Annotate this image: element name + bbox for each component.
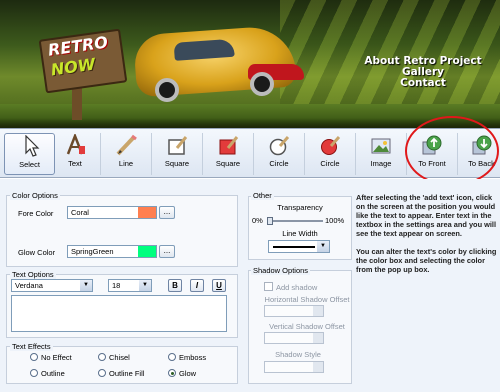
vertical-offset-spinner[interactable] [264, 332, 324, 344]
tool-label: Square [164, 159, 190, 168]
radio-label: Outline [41, 369, 65, 378]
tool-square-outline[interactable]: Square [152, 133, 203, 175]
line-width-preview [273, 246, 315, 248]
effect-radio-outline-fill[interactable]: Outline Fill [98, 369, 144, 378]
chevron-down-icon: ▼ [139, 280, 151, 291]
radio-dot[interactable] [168, 369, 176, 377]
image-icon [369, 134, 393, 156]
radio-dot[interactable] [98, 353, 106, 361]
radio-label: Outline Fill [109, 369, 145, 378]
radio-label: No Effect [41, 353, 72, 362]
tool-line[interactable]: Line [101, 133, 152, 175]
text-effects-panel [6, 346, 238, 384]
tool-square-filled[interactable]: Square [203, 133, 254, 175]
font-size-select[interactable]: 18 ▼ [108, 279, 152, 292]
radio-dot[interactable] [98, 369, 106, 377]
glow-color-value: SpringGreen [71, 247, 114, 256]
tool-label: Text [68, 159, 82, 168]
site-banner: RETRO NOW About Retro Project Gallery Co… [0, 0, 500, 128]
car-wheel [250, 72, 274, 96]
circle-filled-icon [318, 134, 342, 156]
color-options-title: Color Options [10, 191, 60, 200]
glow-color-label: Glow Color [18, 248, 56, 257]
help-paragraph-1: After selecting the 'add text' icon, cli… [356, 193, 497, 238]
radio-dot[interactable] [168, 353, 176, 361]
spinner-buttons[interactable] [313, 333, 323, 343]
chevron-down-icon: ▼ [317, 241, 329, 252]
horizontal-offset-label: Horizontal Shadow Offset [264, 295, 350, 304]
spinner-buttons[interactable] [313, 306, 323, 316]
tool-label: Line [118, 159, 134, 168]
shadow-options-title: Shadow Options [251, 266, 311, 275]
tool-label: Circle [269, 159, 289, 168]
effect-radio-glow[interactable]: Glow [168, 369, 196, 378]
glow-color-swatch[interactable] [138, 246, 156, 257]
horizontal-offset-spinner[interactable] [264, 305, 324, 317]
radio-label: Chisel [109, 353, 130, 362]
vertical-offset-label: Vertical Shadow Offset [269, 322, 345, 331]
annotation-circle [405, 116, 499, 186]
help-text: After selecting the 'add text' icon, cli… [356, 193, 498, 283]
transparency-min: 0% [252, 216, 263, 225]
square-filled-icon [216, 134, 240, 156]
text-tool-icon [63, 132, 87, 156]
other-title: Other [251, 191, 274, 200]
radio-label: Glow [179, 369, 197, 378]
text-options-title: Text Options [10, 270, 56, 279]
transparency-slider[interactable] [267, 217, 323, 225]
effect-radio-chisel[interactable]: Chisel [98, 353, 130, 362]
nav-contact[interactable]: Contact [348, 78, 498, 89]
settings-area: Color Options Fore Color Coral ... Glow … [0, 179, 500, 392]
circle-outline-icon [267, 134, 291, 156]
effect-radio-emboss[interactable]: Emboss [168, 353, 206, 362]
shadow-style-select[interactable] [264, 361, 324, 373]
line-width-select[interactable]: ▼ [268, 240, 330, 253]
fore-color-picker-button[interactable]: ... [159, 206, 175, 219]
chevron-down-icon: ▼ [80, 280, 92, 291]
slider-thumb[interactable] [267, 217, 273, 225]
font-family-value: Verdana [15, 281, 43, 290]
slider-track [267, 220, 323, 222]
radio-dot[interactable] [30, 353, 38, 361]
fore-color-label: Fore Color [18, 209, 54, 218]
add-shadow-label: Add shadow [276, 283, 318, 292]
radio-dot[interactable] [30, 369, 38, 377]
add-shadow-checkbox[interactable] [264, 282, 273, 291]
tool-circle-outline[interactable]: Circle [254, 133, 305, 175]
line-width-label: Line Width [282, 229, 318, 238]
square-outline-icon [165, 134, 189, 156]
italic-button[interactable]: I [190, 279, 204, 292]
tool-circle-filled[interactable]: Circle [305, 133, 356, 175]
tool-label: Image [370, 159, 392, 168]
fore-color-value: Coral [71, 208, 89, 217]
transparency-max: 100% [325, 216, 345, 225]
text-content-input[interactable] [11, 295, 227, 332]
text-effects-title: Text Effects [10, 342, 53, 351]
radio-label: Emboss [179, 353, 207, 362]
cursor-arrow-icon [18, 134, 42, 157]
tool-label: Circle [320, 159, 340, 168]
font-family-select[interactable]: Verdana ▼ [11, 279, 93, 292]
tool-label: Select [19, 160, 40, 169]
effect-radio-no-effect[interactable]: No Effect [30, 353, 72, 362]
tool-text[interactable]: Text [50, 132, 101, 175]
tool-label: Square [215, 159, 241, 168]
help-paragraph-2: You can alter the text's color by clicki… [356, 247, 497, 274]
transparency-label: Transparency [277, 203, 323, 212]
fore-color-swatch[interactable] [138, 207, 156, 218]
site-nav: About Retro Project Gallery Contact [348, 56, 498, 89]
chevron-down-icon [313, 362, 323, 372]
glow-color-picker-button[interactable]: ... [159, 245, 175, 258]
bold-button[interactable]: B [168, 279, 182, 292]
tool-image[interactable]: Image [356, 133, 407, 175]
underline-button[interactable]: U [212, 279, 226, 292]
effect-radio-outline[interactable]: Outline [30, 369, 65, 378]
tool-select[interactable]: Select [4, 133, 55, 175]
retro-now-logo: RETRO NOW [38, 28, 128, 94]
font-size-value: 18 [112, 281, 121, 290]
pencil-line-icon [114, 134, 138, 156]
car-wheel [155, 78, 179, 102]
shadow-style-label: Shadow Style [275, 350, 321, 359]
